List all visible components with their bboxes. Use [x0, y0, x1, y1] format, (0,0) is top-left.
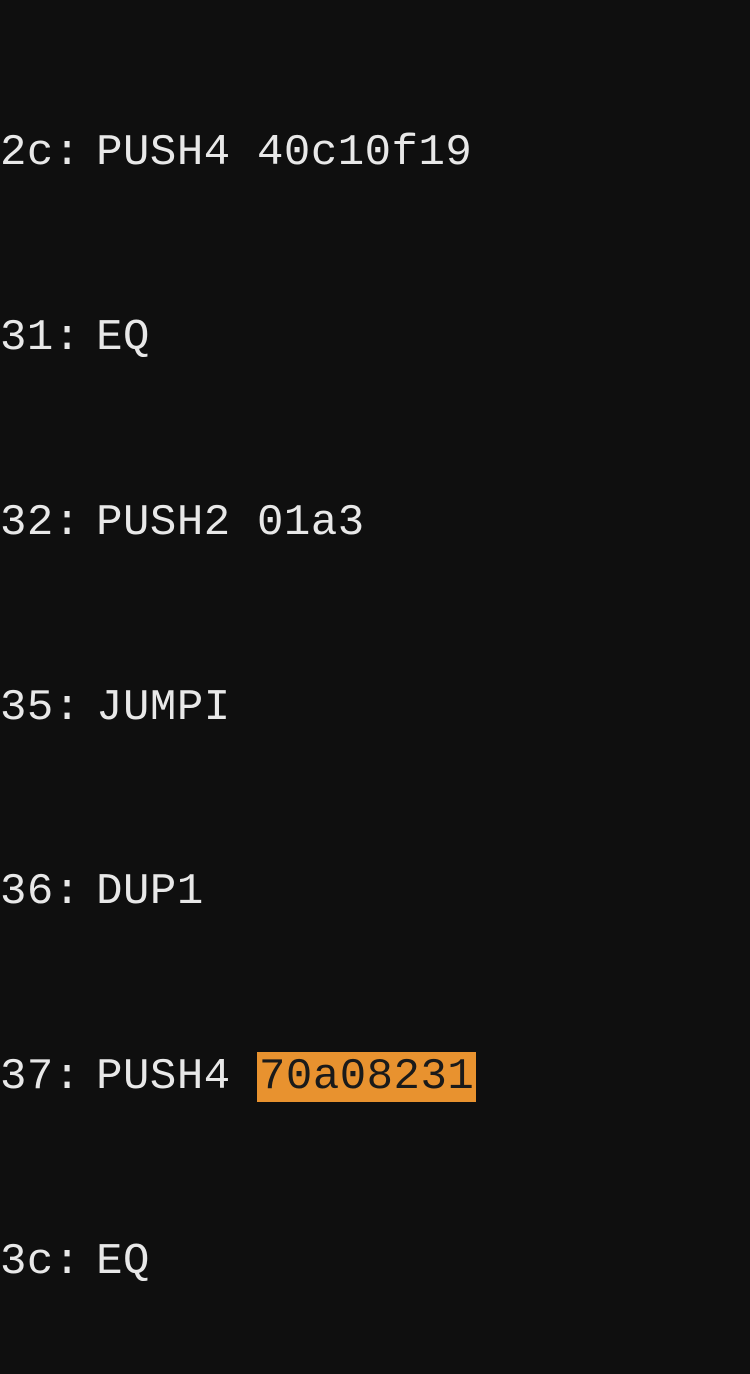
offset: 2c — [0, 128, 54, 178]
separator: : — [54, 498, 81, 548]
disasm-line: 32: PUSH2 01a3 — [0, 493, 750, 555]
disasm-line: 2c: PUSH4 40c10f19 — [0, 123, 750, 185]
disassembly-listing: 2c: PUSH4 40c10f19 31: EQ 32: PUSH2 01a3 35: J… — [0, 0, 750, 1374]
opcode: EQ — [96, 313, 150, 363]
offset: 37 — [0, 1052, 54, 1102]
separator: : — [54, 867, 81, 917]
separator: : — [54, 1237, 81, 1287]
operand: 40c10f19 — [257, 128, 472, 178]
offset: 31 — [0, 313, 54, 363]
opcode: DUP1 — [96, 867, 204, 917]
separator: : — [54, 683, 81, 733]
disasm-line: 3c: EQ — [0, 1232, 750, 1294]
offset: 35 — [0, 683, 54, 733]
separator: : — [54, 313, 81, 363]
offset: 36 — [0, 867, 54, 917]
opcode: PUSH4 — [96, 128, 231, 178]
opcode: PUSH2 — [96, 498, 231, 548]
disasm-line: 36: DUP1 — [0, 862, 750, 924]
disasm-line: 31: EQ — [0, 308, 750, 370]
opcode: PUSH4 — [96, 1052, 231, 1102]
disasm-line: 37: PUSH4 70a08231 — [0, 1047, 750, 1109]
opcode: JUMPI — [96, 683, 231, 733]
separator: : — [54, 128, 81, 178]
offset: 32 — [0, 498, 54, 548]
opcode: EQ — [96, 1237, 150, 1287]
operand-highlighted: 70a08231 — [257, 1052, 476, 1102]
offset: 3c — [0, 1237, 54, 1287]
operand: 01a3 — [257, 498, 365, 548]
separator: : — [54, 1052, 81, 1102]
